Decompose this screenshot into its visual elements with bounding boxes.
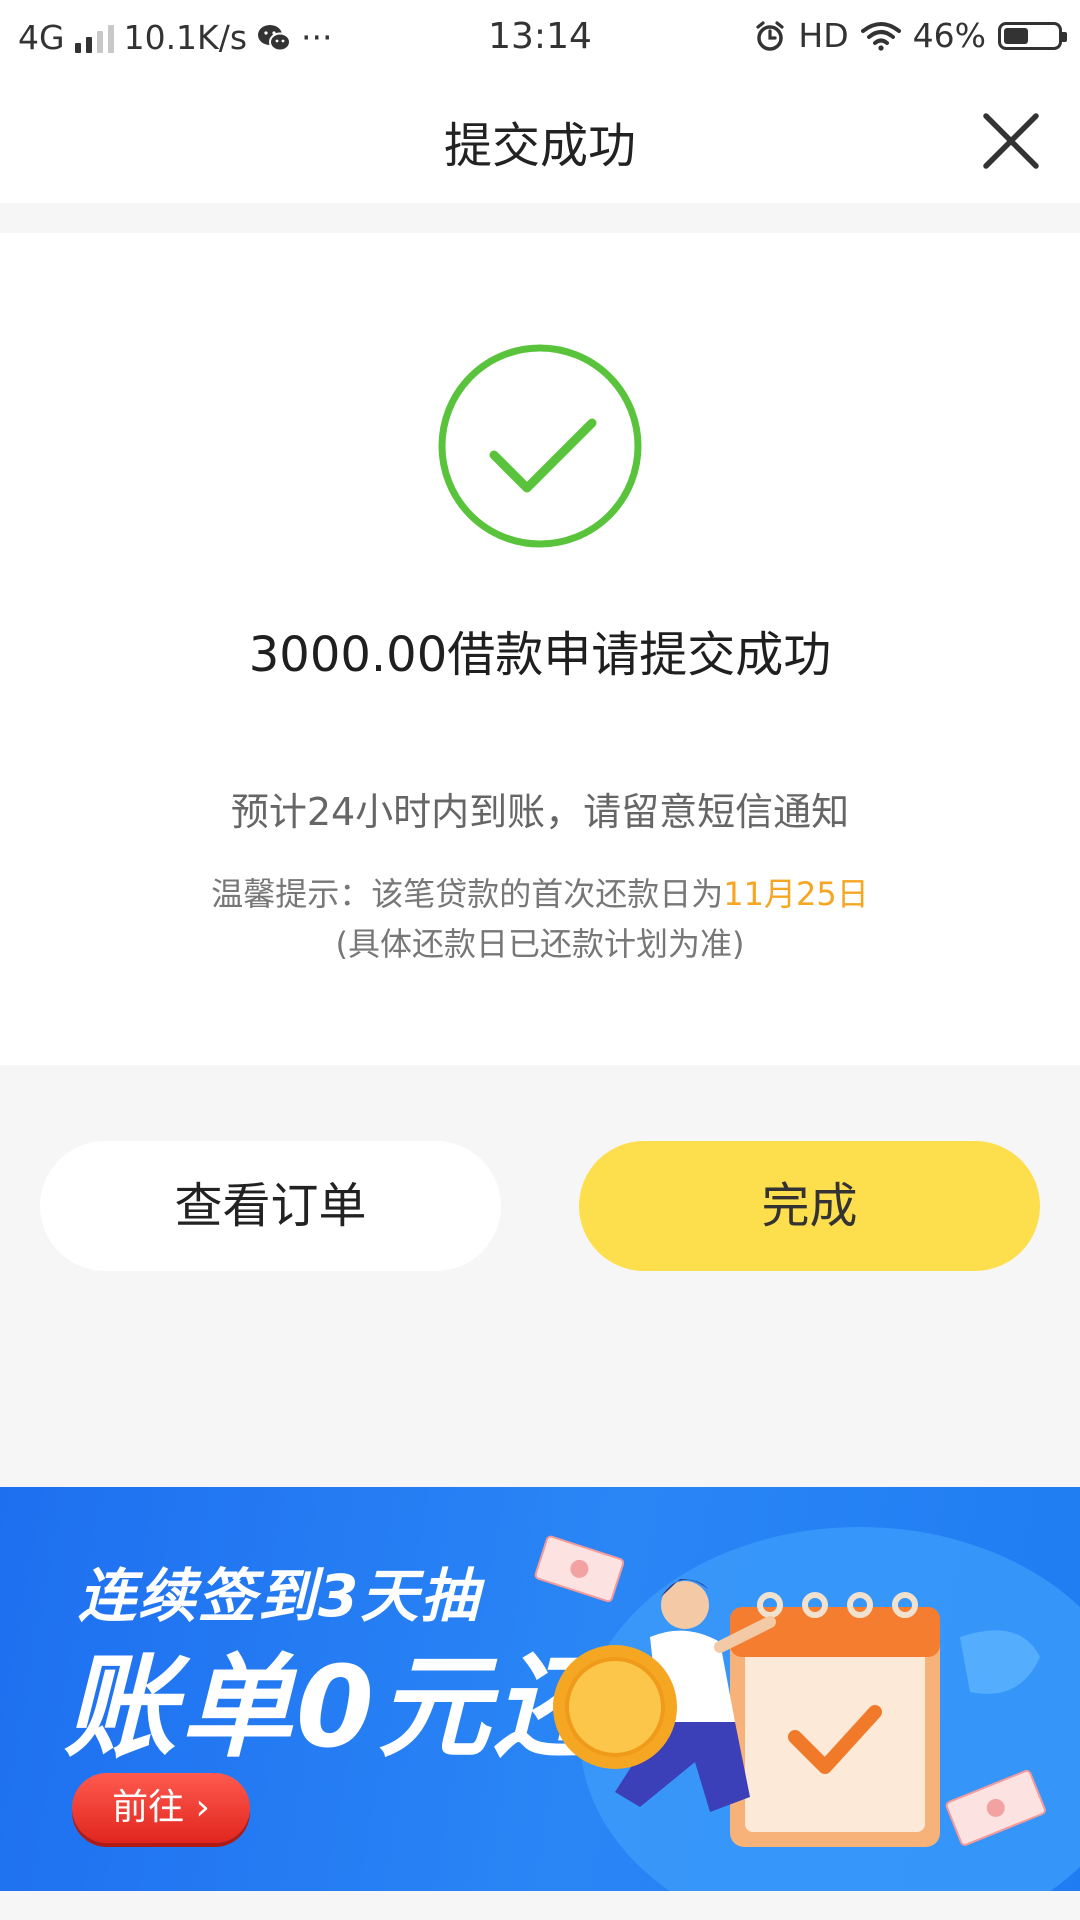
- banner-go-button[interactable]: 前往 ›: [72, 1773, 250, 1843]
- done-button[interactable]: 完成: [579, 1141, 1040, 1271]
- money-bill-icon: [534, 1535, 625, 1603]
- repayment-tip-text: 温馨提示：该笔贷款的首次还款日为: [211, 875, 724, 913]
- battery-percent: 46%: [912, 16, 986, 55]
- close-icon[interactable]: [976, 106, 1046, 176]
- status-bar: 4G 10.1K/s ··· 13:14 HD 46%: [0, 0, 1080, 78]
- repayment-note: (具体还款日已还款计划为准): [335, 925, 745, 963]
- promo-banner[interactable]: 连续签到3天抽 账单0元还 前往 ›: [0, 1487, 1080, 1891]
- wifi-icon: [860, 21, 901, 51]
- battery-fill: [1004, 27, 1028, 44]
- success-headline: 3000.00借款申请提交成功: [248, 627, 832, 683]
- arrival-estimate: 预计24小时内到账，请留意短信通知: [230, 790, 850, 834]
- result-card: 3000.00借款申请提交成功 预计24小时内到账，请留意短信通知 温馨提示：该…: [0, 233, 1080, 1065]
- repayment-date: 11月25日: [723, 875, 869, 913]
- view-order-button[interactable]: 查看订单: [40, 1141, 501, 1271]
- alarm-icon: [756, 20, 785, 51]
- success-check-icon: [438, 344, 642, 548]
- money-bill-icon: [945, 1769, 1046, 1846]
- repayment-tip: 温馨提示：该笔贷款的首次还款日为11月25日: [0, 869, 1080, 915]
- coin-icon: [553, 1645, 677, 1769]
- hd-indicator: HD: [798, 16, 849, 55]
- calendar-illustration: [534, 1535, 1046, 1847]
- page-title: 提交成功: [443, 118, 636, 174]
- nav-bar: 提交成功: [0, 78, 1080, 203]
- battery-icon: [998, 21, 1067, 50]
